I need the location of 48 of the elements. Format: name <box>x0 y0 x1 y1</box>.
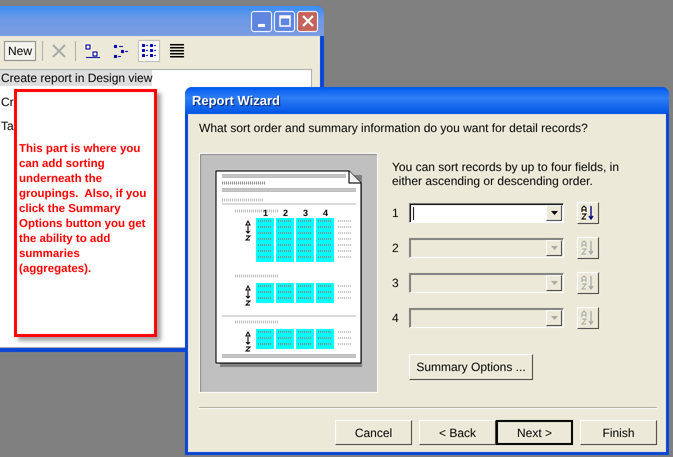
small-icons-view-icon <box>113 43 130 59</box>
window-title: Report Wizard <box>192 93 280 108</box>
instruction-text: You can sort records by up to four fields, in either ascending or descending order. <box>392 160 620 188</box>
report-list-item[interactable]: Create report in Design view <box>0 70 152 86</box>
dropdown-arrow-icon <box>550 211 558 215</box>
dropdown-arrow-icon <box>550 281 558 285</box>
list-view-button[interactable] <box>138 40 160 62</box>
sort-field-dropdown[interactable] <box>409 203 564 223</box>
sort-order-button[interactable] <box>577 202 599 224</box>
sort-level-number: 4 <box>392 311 400 325</box>
sort-order-button[interactable] <box>577 237 599 259</box>
large-icons-view-icon <box>85 43 102 59</box>
sort-level-number: 2 <box>392 241 400 255</box>
annotation-text: This part is where you can add sorting underneath the groupings. Also, if you click the Summary Options button you get the ability to add summaries (aggregates). <box>19 142 148 277</box>
column-number: 4 <box>322 208 328 218</box>
dropdown-arrow-icon <box>550 316 558 320</box>
sort-level-number: 3 <box>392 276 400 290</box>
list-view-icon <box>141 43 158 59</box>
details-view-icon <box>169 43 186 59</box>
sort-field-dropdown[interactable] <box>409 273 564 293</box>
close-button[interactable] <box>297 10 318 32</box>
sort-ascending-icon <box>581 275 595 291</box>
maximize-button[interactable] <box>274 10 295 32</box>
column-number: 1 <box>262 208 268 218</box>
minimize-button[interactable] <box>251 10 272 32</box>
new-button[interactable]: New <box>4 41 36 61</box>
question-text: What sort order and summary information do you want for detail records? <box>199 120 589 137</box>
sort-ascending-icon <box>581 205 595 221</box>
sort-level-number: 1 <box>392 206 400 220</box>
close-icon <box>302 15 314 27</box>
minimize-icon <box>258 24 264 26</box>
wizard-button[interactable]: < Back <box>419 420 496 445</box>
report-list-item[interactable]: Cr <box>0 94 14 110</box>
sort-ascending-icon <box>581 310 595 326</box>
maximize-icon <box>278 15 290 27</box>
column-number: 2 <box>282 208 288 218</box>
column-number: 3 <box>302 208 308 218</box>
summary-options-button[interactable]: Summary Options ... <box>409 354 533 380</box>
dropdown-arrow-icon <box>550 246 558 250</box>
wizard-button[interactable]: Next > <box>496 420 573 445</box>
wizard-button[interactable]: Finish <box>580 420 657 445</box>
sort-field-dropdown[interactable] <box>409 308 564 328</box>
wizard-button[interactable]: Cancel <box>335 420 412 445</box>
sort-order-button[interactable] <box>577 307 599 329</box>
sort-field-dropdown[interactable] <box>409 238 564 258</box>
sort-ascending-icon <box>581 240 595 256</box>
sort-order-button[interactable] <box>577 272 599 294</box>
report-list-item[interactable]: Ta <box>0 118 14 134</box>
